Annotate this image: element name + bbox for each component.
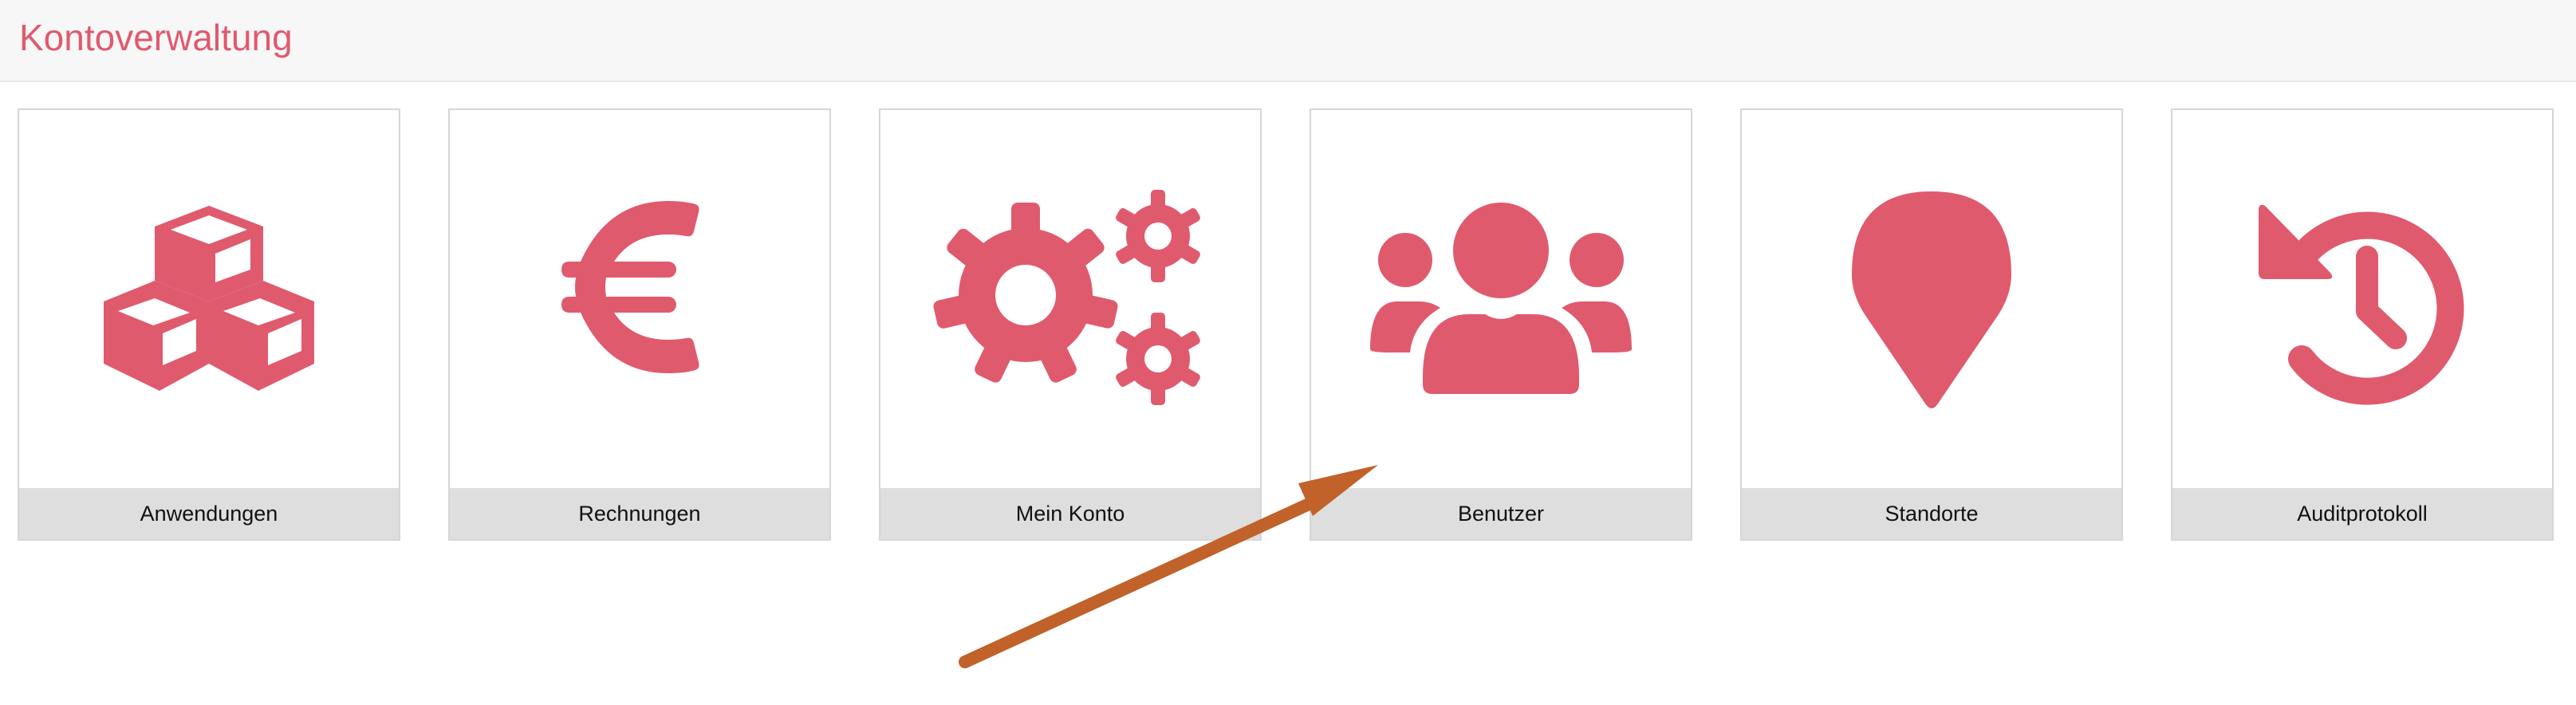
tile-standorte[interactable]: Standorte bbox=[1740, 108, 2123, 541]
cubes-icon bbox=[104, 206, 314, 391]
tile-auditprotokoll[interactable]: Auditprotokoll bbox=[2171, 108, 2554, 541]
tile-label: Standorte bbox=[1742, 488, 2121, 539]
tile-label: Anwendungen bbox=[19, 488, 399, 539]
users-icon bbox=[1370, 203, 1632, 394]
tile-label: Rechnungen bbox=[450, 488, 829, 539]
tile-label: Benutzer bbox=[1311, 488, 1691, 539]
page-header: Kontoverwaltung bbox=[0, 0, 2576, 82]
map-pin-icon bbox=[1852, 191, 2011, 408]
history-icon bbox=[2259, 204, 2464, 405]
euro-icon bbox=[561, 201, 699, 373]
gears-icon bbox=[933, 190, 1200, 405]
page-title: Kontoverwaltung bbox=[19, 17, 293, 58]
tile-benutzer[interactable]: Benutzer bbox=[1310, 108, 1692, 541]
tile-anwendungen[interactable]: Anwendungen bbox=[18, 108, 400, 541]
tile-rechnungen[interactable]: Rechnungen bbox=[448, 108, 831, 541]
tile-label: Mein Konto bbox=[880, 488, 1260, 539]
tile-mein-konto[interactable]: Mein Konto bbox=[879, 108, 1262, 541]
tile-label: Auditprotokoll bbox=[2172, 488, 2552, 539]
